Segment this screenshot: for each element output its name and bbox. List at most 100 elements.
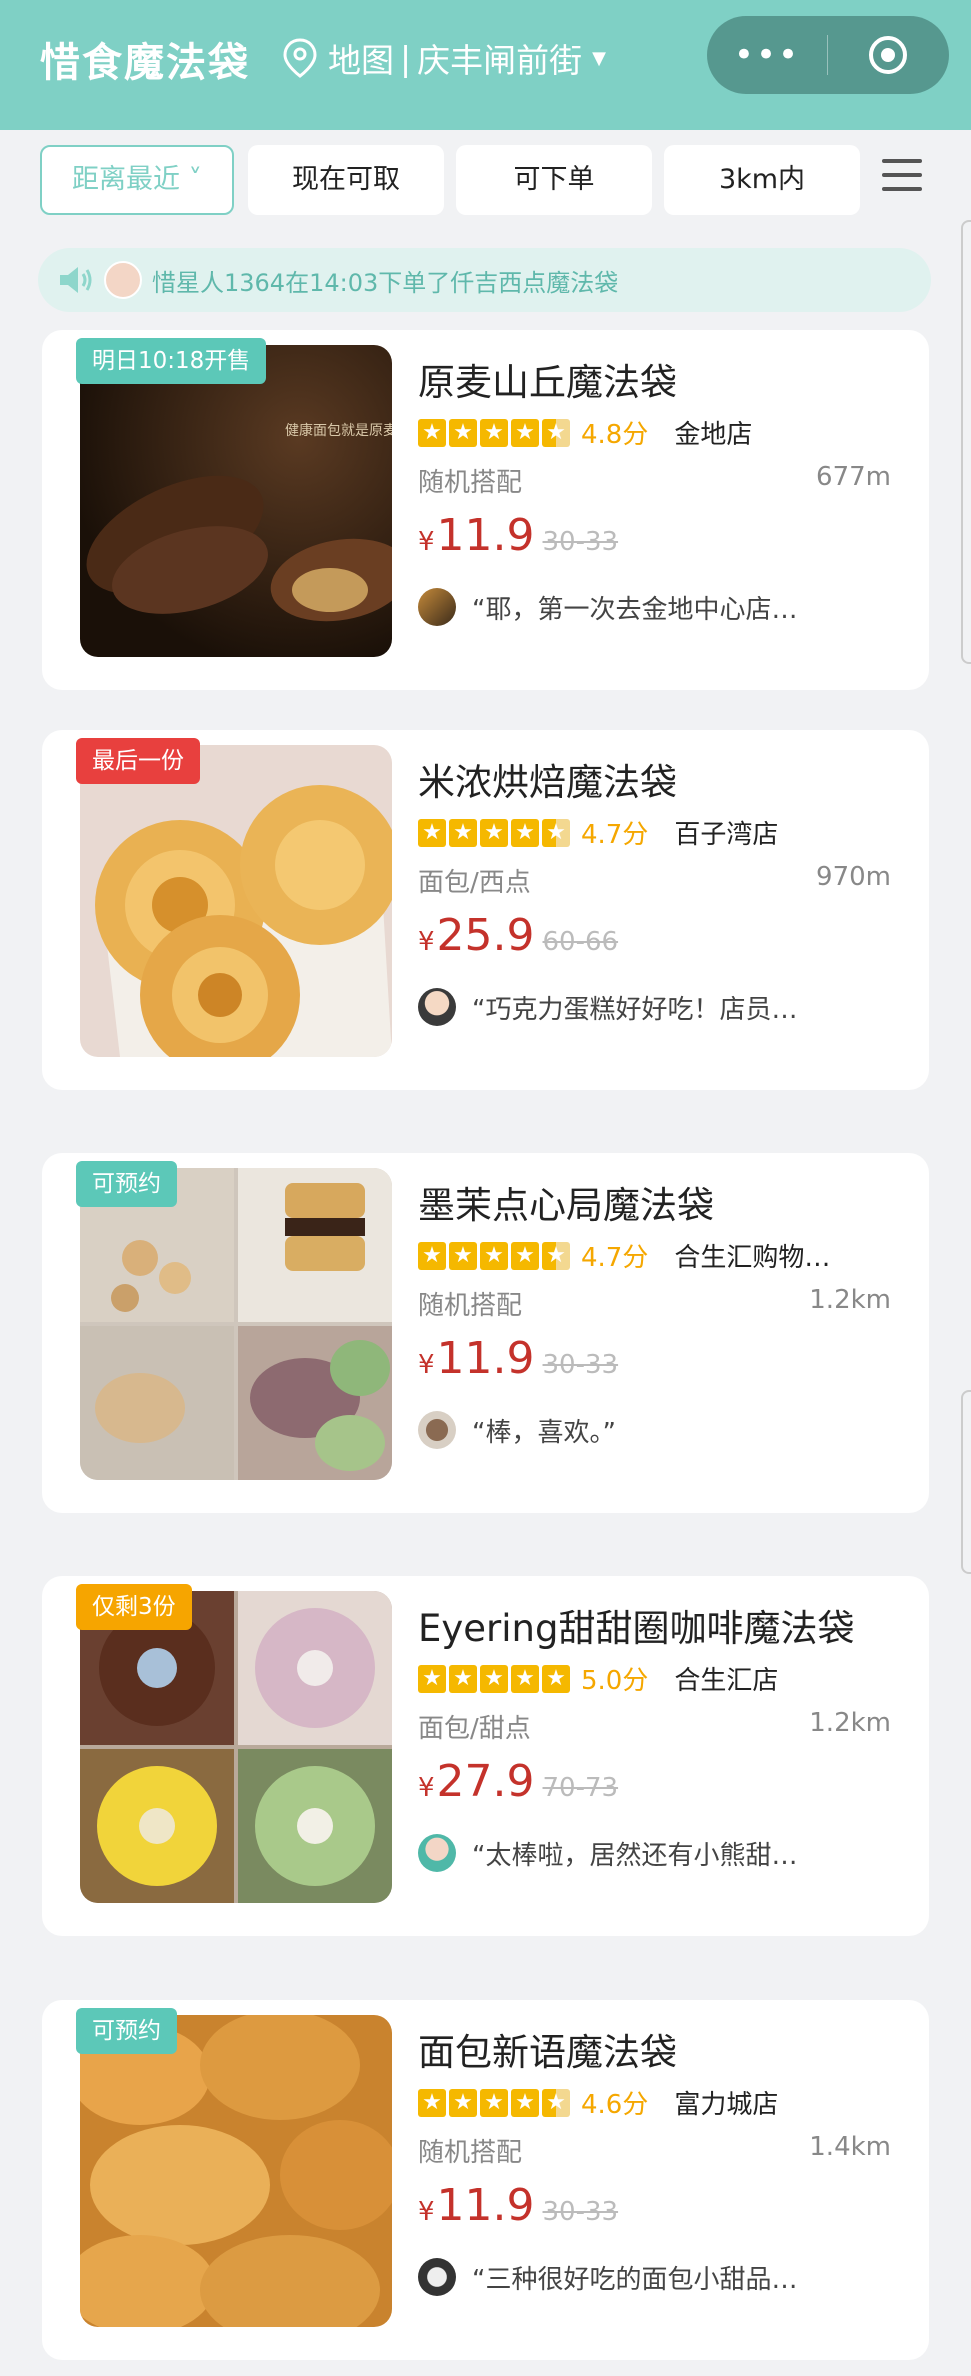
price: ¥ 11.9 30-33 (418, 1333, 618, 1384)
star-icon: ★ (511, 2088, 539, 2117)
review-snippet[interactable]: “棒，喜欢。” (418, 1411, 616, 1449)
original-price: 30-33 (542, 1350, 619, 1380)
review-text: “三种很好吃的面包小甜品… (472, 2264, 798, 2295)
distance: 1.2km (809, 1285, 891, 1315)
menu-icon[interactable] (882, 159, 922, 201)
star-icon: ★ (511, 1241, 539, 1270)
rating-score: 5.0分 (581, 1666, 649, 1696)
filter-bar: 距离最近 ˅ 现在可取 可下单 3km内 (40, 145, 940, 215)
avatar (418, 988, 456, 1026)
avatar (418, 1411, 456, 1449)
sale-price: 11.9 (436, 510, 535, 561)
sale-price: 25.9 (436, 910, 535, 961)
price: ¥ 27.9 70-73 (418, 1756, 618, 1807)
filter-within-3km[interactable]: 3km内 (664, 145, 860, 215)
store-card[interactable]: 健康面包就是原麦山丘 明日10:18开售 原麦山丘魔法袋 ★ ★ ★ ★ ★ 4… (42, 330, 929, 690)
scroll-indicator (961, 220, 971, 664)
review-snippet[interactable]: “三种很好吃的面包小甜品… (418, 2258, 797, 2296)
star-rating: ★ ★ ★ ★ ★ (418, 2088, 573, 2117)
star-icon: ★ (418, 418, 446, 447)
rating: ★ ★ ★ ★ ★ 4.6分 富力城店 (418, 2084, 778, 2121)
status-badge: 可预约 (76, 1161, 177, 1207)
status-badge: 最后一份 (76, 738, 200, 784)
star-icon: ★ (480, 1241, 508, 1270)
star-icon: ★ (449, 818, 477, 847)
distance: 970m (816, 862, 891, 892)
review-snippet[interactable]: “太棒啦，居然还有小熊甜… (418, 1834, 797, 1872)
star-icon: ★ (418, 818, 446, 847)
price: ¥ 25.9 60-66 (418, 910, 618, 961)
rating-score: 4.6分 (581, 2090, 649, 2120)
star-icon: ★ (418, 1241, 446, 1270)
star-icon: ★ (418, 2088, 446, 2117)
currency-symbol: ¥ (418, 2197, 435, 2227)
store-title: 面包新语魔法袋 (418, 2031, 677, 2074)
location-name[interactable]: 庆丰闸前街 (417, 34, 582, 82)
review-snippet[interactable]: “巧克力蛋糕好好吃！店员… (418, 988, 797, 1026)
star-icon: ★ (511, 1664, 539, 1693)
rating: ★ ★ ★ ★ ★ 4.8分 金地店 (418, 414, 752, 451)
review-text: “棒，喜欢。” (472, 1417, 616, 1448)
star-rating: ★ ★ ★ ★ ★ (418, 1664, 573, 1693)
avatar (104, 261, 142, 299)
star-icon: ★ (480, 818, 508, 847)
star-icon: ★ (480, 2088, 508, 2117)
half-star-icon: ★ (542, 1241, 570, 1270)
filter-orderable[interactable]: 可下单 (456, 145, 652, 215)
rating: ★ ★ ★ ★ ★ 4.7分 合生汇购物… (418, 1237, 830, 1274)
review-text: “耶，第一次去金地中心店… (472, 594, 798, 625)
star-icon: ★ (449, 1241, 477, 1270)
close-icon[interactable] (828, 34, 948, 76)
star-icon: ★ (480, 1664, 508, 1693)
product-image (80, 1591, 392, 1903)
distance: 1.2km (809, 1708, 891, 1738)
review-snippet[interactable]: “耶，第一次去金地中心店… (418, 588, 797, 626)
branch-name: 合生汇店 (674, 1666, 779, 1696)
star-icon: ★ (542, 1664, 570, 1693)
original-price: 30-33 (542, 527, 619, 557)
sale-price: 11.9 (436, 2180, 535, 2231)
star-icon: ★ (449, 1664, 477, 1693)
original-price: 60-66 (542, 927, 619, 957)
currency-symbol: ¥ (418, 927, 435, 957)
ticker-text: 惜星人1364在14:03下单了仟吉西点魔法袋 (152, 268, 619, 297)
star-icon: ★ (449, 2088, 477, 2117)
scroll-indicator (961, 1390, 971, 1574)
sale-price: 27.9 (436, 1756, 535, 1807)
original-price: 30-33 (542, 2197, 619, 2227)
store-card[interactable]: 最后一份 米浓烘焙魔法袋 ★ ★ ★ ★ ★ 4.7分 百子湾店 面包/西点 9… (42, 730, 929, 1090)
star-icon: ★ (480, 418, 508, 447)
map-link[interactable]: 地图 (328, 34, 394, 82)
caret-down-icon[interactable]: ▼ (592, 48, 606, 69)
avatar (418, 588, 456, 626)
star-rating: ★ ★ ★ ★ ★ (418, 818, 573, 847)
store-card[interactable]: 可预约 墨茉点心局魔法袋 ★ ★ ★ ★ ★ 4.7分 合生汇购物… 随机搭配 … (42, 1153, 929, 1513)
price: ¥ 11.9 30-33 (418, 510, 618, 561)
star-rating: ★ ★ ★ ★ ★ (418, 1241, 573, 1270)
status-badge: 可预约 (76, 2008, 177, 2054)
status-badge: 明日10:18开售 (76, 338, 267, 384)
store-card[interactable]: 仅剩3份 Eyering甜甜圈咖啡魔法袋 ★ ★ ★ ★ ★ 5.0分 合生汇店… (42, 1576, 929, 1936)
star-icon: ★ (511, 818, 539, 847)
star-icon: ★ (449, 418, 477, 447)
store-card[interactable]: 可预约 面包新语魔法袋 ★ ★ ★ ★ ★ 4.6分 富力城店 随机搭配 1.4… (42, 2000, 929, 2360)
category: 随机搭配 (418, 1291, 523, 1321)
branch-name: 合生汇购物… (674, 1243, 831, 1273)
more-icon[interactable]: ••• (707, 16, 827, 94)
location-separator: | (400, 38, 412, 78)
store-title: Eyering甜甜圈咖啡魔法袋 (418, 1607, 855, 1650)
filter-available-now[interactable]: 现在可取 (248, 145, 444, 215)
store-title: 原麦山丘魔法袋 (418, 361, 677, 404)
half-star-icon: ★ (542, 418, 570, 447)
rating-score: 4.7分 (581, 820, 649, 850)
avatar (418, 1834, 456, 1872)
currency-symbol: ¥ (418, 1773, 435, 1803)
rating: ★ ★ ★ ★ ★ 4.7分 百子湾店 (418, 814, 778, 851)
category: 随机搭配 (418, 2138, 523, 2168)
rating: ★ ★ ★ ★ ★ 5.0分 合生汇店 (418, 1660, 778, 1697)
filter-nearest[interactable]: 距离最近 ˅ (40, 145, 234, 215)
map-pin-icon (283, 38, 317, 78)
original-price: 70-73 (542, 1773, 619, 1803)
location-selector[interactable]: 地图 | 庆丰闸前街 ▼ (280, 34, 606, 82)
currency-symbol: ¥ (418, 527, 435, 557)
